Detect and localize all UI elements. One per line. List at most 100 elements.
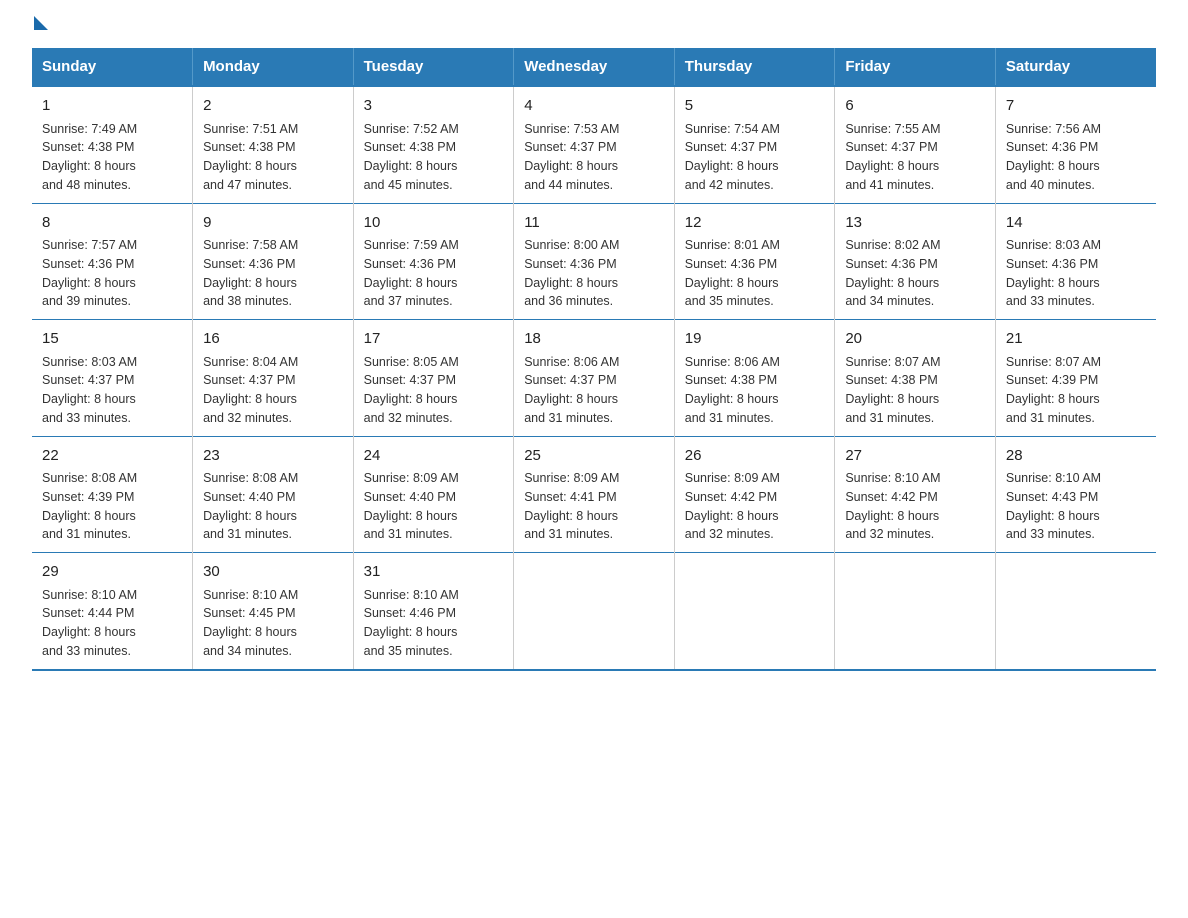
header-sunday: Sunday (32, 48, 193, 86)
day-info: Sunrise: 8:10 AMSunset: 4:43 PMDaylight:… (1006, 469, 1146, 544)
day-info: Sunrise: 8:03 AMSunset: 4:36 PMDaylight:… (1006, 236, 1146, 311)
calendar-day-cell: 21 Sunrise: 8:07 AMSunset: 4:39 PMDaylig… (995, 320, 1156, 437)
calendar-day-cell: 12 Sunrise: 8:01 AMSunset: 4:36 PMDaylig… (674, 203, 835, 320)
day-number: 2 (203, 95, 343, 118)
day-info: Sunrise: 8:08 AMSunset: 4:40 PMDaylight:… (203, 469, 343, 544)
calendar-day-cell: 30 Sunrise: 8:10 AMSunset: 4:45 PMDaylig… (193, 553, 354, 670)
calendar-day-cell: 6 Sunrise: 7:55 AMSunset: 4:37 PMDayligh… (835, 86, 996, 203)
day-info: Sunrise: 8:04 AMSunset: 4:37 PMDaylight:… (203, 353, 343, 428)
calendar-week-row: 15 Sunrise: 8:03 AMSunset: 4:37 PMDaylig… (32, 320, 1156, 437)
day-info: Sunrise: 8:08 AMSunset: 4:39 PMDaylight:… (42, 469, 182, 544)
day-number: 31 (364, 561, 504, 584)
header-tuesday: Tuesday (353, 48, 514, 86)
day-info: Sunrise: 8:03 AMSunset: 4:37 PMDaylight:… (42, 353, 182, 428)
calendar-day-cell: 4 Sunrise: 7:53 AMSunset: 4:37 PMDayligh… (514, 86, 675, 203)
day-info: Sunrise: 7:55 AMSunset: 4:37 PMDaylight:… (845, 120, 985, 195)
day-info: Sunrise: 7:52 AMSunset: 4:38 PMDaylight:… (364, 120, 504, 195)
calendar-day-cell: 20 Sunrise: 8:07 AMSunset: 4:38 PMDaylig… (835, 320, 996, 437)
day-number: 1 (42, 95, 182, 118)
calendar-day-cell: 1 Sunrise: 7:49 AMSunset: 4:38 PMDayligh… (32, 86, 193, 203)
calendar-day-cell: 9 Sunrise: 7:58 AMSunset: 4:36 PMDayligh… (193, 203, 354, 320)
day-info: Sunrise: 7:59 AMSunset: 4:36 PMDaylight:… (364, 236, 504, 311)
calendar-day-cell: 28 Sunrise: 8:10 AMSunset: 4:43 PMDaylig… (995, 436, 1156, 553)
calendar-empty-cell (835, 553, 996, 670)
header-wednesday: Wednesday (514, 48, 675, 86)
day-info: Sunrise: 7:53 AMSunset: 4:37 PMDaylight:… (524, 120, 664, 195)
calendar-week-row: 22 Sunrise: 8:08 AMSunset: 4:39 PMDaylig… (32, 436, 1156, 553)
calendar-day-cell: 7 Sunrise: 7:56 AMSunset: 4:36 PMDayligh… (995, 86, 1156, 203)
header-monday: Monday (193, 48, 354, 86)
day-info: Sunrise: 8:06 AMSunset: 4:37 PMDaylight:… (524, 353, 664, 428)
day-number: 6 (845, 95, 985, 118)
day-number: 15 (42, 328, 182, 351)
day-info: Sunrise: 8:10 AMSunset: 4:45 PMDaylight:… (203, 586, 343, 661)
day-number: 12 (685, 212, 825, 235)
day-number: 28 (1006, 445, 1146, 468)
calendar-day-cell: 14 Sunrise: 8:03 AMSunset: 4:36 PMDaylig… (995, 203, 1156, 320)
day-info: Sunrise: 8:09 AMSunset: 4:40 PMDaylight:… (364, 469, 504, 544)
day-number: 11 (524, 212, 664, 235)
calendar-day-cell: 22 Sunrise: 8:08 AMSunset: 4:39 PMDaylig… (32, 436, 193, 553)
calendar-day-cell: 17 Sunrise: 8:05 AMSunset: 4:37 PMDaylig… (353, 320, 514, 437)
day-info: Sunrise: 8:10 AMSunset: 4:42 PMDaylight:… (845, 469, 985, 544)
calendar-day-cell: 8 Sunrise: 7:57 AMSunset: 4:36 PMDayligh… (32, 203, 193, 320)
calendar-empty-cell (995, 553, 1156, 670)
day-number: 19 (685, 328, 825, 351)
day-info: Sunrise: 8:10 AMSunset: 4:46 PMDaylight:… (364, 586, 504, 661)
day-info: Sunrise: 7:56 AMSunset: 4:36 PMDaylight:… (1006, 120, 1146, 195)
day-number: 13 (845, 212, 985, 235)
day-number: 3 (364, 95, 504, 118)
day-number: 25 (524, 445, 664, 468)
calendar-day-cell: 26 Sunrise: 8:09 AMSunset: 4:42 PMDaylig… (674, 436, 835, 553)
day-info: Sunrise: 8:07 AMSunset: 4:39 PMDaylight:… (1006, 353, 1146, 428)
day-number: 24 (364, 445, 504, 468)
day-info: Sunrise: 7:54 AMSunset: 4:37 PMDaylight:… (685, 120, 825, 195)
calendar-header-row: SundayMondayTuesdayWednesdayThursdayFrid… (32, 48, 1156, 86)
day-number: 7 (1006, 95, 1146, 118)
calendar-day-cell: 18 Sunrise: 8:06 AMSunset: 4:37 PMDaylig… (514, 320, 675, 437)
day-number: 4 (524, 95, 664, 118)
day-number: 17 (364, 328, 504, 351)
calendar-day-cell: 11 Sunrise: 8:00 AMSunset: 4:36 PMDaylig… (514, 203, 675, 320)
calendar-week-row: 29 Sunrise: 8:10 AMSunset: 4:44 PMDaylig… (32, 553, 1156, 670)
calendar-empty-cell (674, 553, 835, 670)
day-number: 16 (203, 328, 343, 351)
day-number: 22 (42, 445, 182, 468)
day-number: 18 (524, 328, 664, 351)
calendar-day-cell: 29 Sunrise: 8:10 AMSunset: 4:44 PMDaylig… (32, 553, 193, 670)
day-info: Sunrise: 8:02 AMSunset: 4:36 PMDaylight:… (845, 236, 985, 311)
calendar-day-cell: 24 Sunrise: 8:09 AMSunset: 4:40 PMDaylig… (353, 436, 514, 553)
day-number: 26 (685, 445, 825, 468)
calendar-week-row: 8 Sunrise: 7:57 AMSunset: 4:36 PMDayligh… (32, 203, 1156, 320)
calendar-empty-cell (514, 553, 675, 670)
day-info: Sunrise: 8:10 AMSunset: 4:44 PMDaylight:… (42, 586, 182, 661)
logo-triangle-icon (34, 16, 48, 30)
day-info: Sunrise: 7:51 AMSunset: 4:38 PMDaylight:… (203, 120, 343, 195)
day-number: 9 (203, 212, 343, 235)
header-saturday: Saturday (995, 48, 1156, 86)
calendar-day-cell: 5 Sunrise: 7:54 AMSunset: 4:37 PMDayligh… (674, 86, 835, 203)
day-number: 30 (203, 561, 343, 584)
calendar-day-cell: 27 Sunrise: 8:10 AMSunset: 4:42 PMDaylig… (835, 436, 996, 553)
page-header (32, 24, 1156, 28)
day-info: Sunrise: 8:09 AMSunset: 4:41 PMDaylight:… (524, 469, 664, 544)
day-info: Sunrise: 8:01 AMSunset: 4:36 PMDaylight:… (685, 236, 825, 311)
day-number: 20 (845, 328, 985, 351)
calendar-day-cell: 15 Sunrise: 8:03 AMSunset: 4:37 PMDaylig… (32, 320, 193, 437)
day-number: 8 (42, 212, 182, 235)
header-friday: Friday (835, 48, 996, 86)
day-info: Sunrise: 8:00 AMSunset: 4:36 PMDaylight:… (524, 236, 664, 311)
day-info: Sunrise: 8:06 AMSunset: 4:38 PMDaylight:… (685, 353, 825, 428)
calendar-day-cell: 13 Sunrise: 8:02 AMSunset: 4:36 PMDaylig… (835, 203, 996, 320)
calendar-day-cell: 10 Sunrise: 7:59 AMSunset: 4:36 PMDaylig… (353, 203, 514, 320)
day-number: 14 (1006, 212, 1146, 235)
logo (32, 24, 48, 26)
day-info: Sunrise: 7:58 AMSunset: 4:36 PMDaylight:… (203, 236, 343, 311)
calendar-day-cell: 23 Sunrise: 8:08 AMSunset: 4:40 PMDaylig… (193, 436, 354, 553)
calendar-day-cell: 19 Sunrise: 8:06 AMSunset: 4:38 PMDaylig… (674, 320, 835, 437)
day-number: 10 (364, 212, 504, 235)
day-info: Sunrise: 8:07 AMSunset: 4:38 PMDaylight:… (845, 353, 985, 428)
calendar-day-cell: 3 Sunrise: 7:52 AMSunset: 4:38 PMDayligh… (353, 86, 514, 203)
day-number: 27 (845, 445, 985, 468)
day-info: Sunrise: 8:05 AMSunset: 4:37 PMDaylight:… (364, 353, 504, 428)
